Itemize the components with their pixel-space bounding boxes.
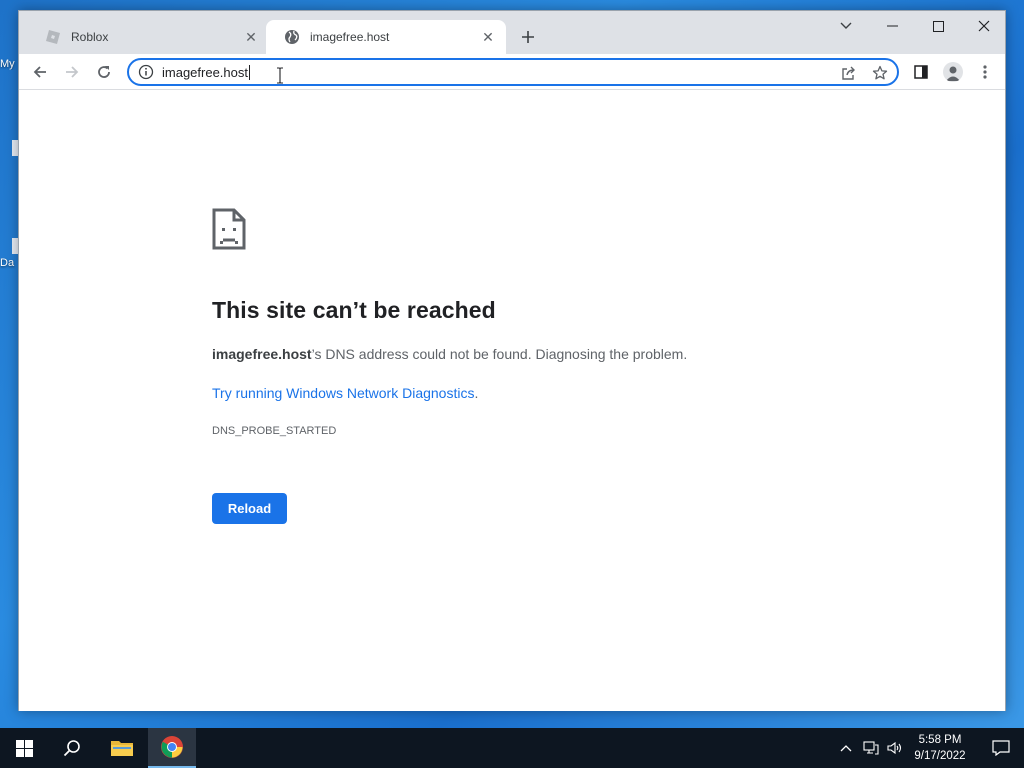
kebab-menu-icon — [983, 65, 987, 79]
tab-title: imagefree.host — [310, 30, 390, 44]
ibeam-cursor-icon — [277, 67, 283, 84]
network-diagnostics-link[interactable]: Try running Windows Network Diagnostics — [212, 385, 474, 401]
close-window-button[interactable] — [961, 11, 1007, 41]
plus-icon — [522, 31, 534, 43]
tab-search-button[interactable] — [823, 11, 869, 41]
action-center-button[interactable] — [978, 728, 1024, 768]
avatar-icon — [943, 62, 963, 82]
chevron-up-icon — [840, 745, 852, 752]
volume-button[interactable] — [884, 728, 906, 768]
tab-title: Roblox — [71, 30, 109, 44]
desktop-icon-label-1[interactable]: My — [0, 58, 18, 70]
sad-document-icon — [212, 208, 246, 250]
maximize-button[interactable] — [915, 11, 961, 41]
address-bar[interactable]: imagefree.host — [127, 58, 899, 86]
reload-button[interactable]: Reload — [212, 493, 287, 524]
folder-icon — [111, 741, 133, 756]
clock-time: 5:58 PM — [918, 734, 962, 746]
star-icon[interactable] — [872, 65, 888, 81]
address-text[interactable]: imagefree.host — [162, 65, 248, 80]
chevron-down-icon — [840, 22, 852, 29]
roblox-favicon-icon — [46, 30, 60, 44]
arrow-left-icon — [33, 66, 46, 78]
text-caret — [249, 64, 250, 80]
desktop-icon-label-2[interactable]: Da — [0, 257, 18, 269]
search-icon — [63, 740, 80, 757]
forward-button[interactable] — [58, 58, 86, 86]
new-tab-button[interactable] — [516, 25, 540, 49]
arrow-right-icon — [66, 66, 79, 78]
minimize-button[interactable] — [869, 11, 915, 41]
back-button[interactable] — [26, 58, 54, 86]
reload-icon — [98, 66, 110, 78]
tab-imagefree[interactable]: imagefree.host ✕ — [266, 20, 506, 54]
clock-date: 9/17/2022 — [914, 750, 966, 762]
error-description-text: ’s DNS address could not be found. Diagn… — [311, 346, 688, 362]
browser-toolbar: imagefree.host — [19, 54, 1005, 90]
speaker-icon — [887, 741, 902, 755]
file-explorer-button[interactable] — [98, 728, 146, 768]
network-icon — [863, 741, 879, 755]
close-tab-icon[interactable]: ✕ — [243, 29, 259, 45]
taskbar: 5:58 PM 9/17/2022 — [0, 728, 1024, 768]
menu-button[interactable] — [973, 60, 997, 84]
maximize-icon — [932, 20, 944, 32]
notification-icon — [992, 740, 1010, 756]
diagnostics-period: . — [474, 385, 479, 401]
windows-logo-icon — [15, 739, 33, 757]
show-hidden-icons-button[interactable] — [836, 728, 856, 768]
start-button[interactable] — [0, 728, 48, 768]
taskbar-clock[interactable]: 5:58 PM 9/17/2022 — [906, 732, 974, 764]
network-button[interactable] — [860, 728, 882, 768]
globe-icon — [285, 30, 299, 44]
minimize-icon — [886, 25, 898, 27]
info-icon[interactable] — [138, 64, 154, 80]
error-description: imagefree.host’s DNS address could not b… — [212, 346, 687, 362]
error-code: DNS_PROBE_STARTED — [212, 425, 337, 437]
browser-window: Roblox ✕ imagefree.host ✕ imagefree.host… — [18, 10, 1006, 711]
chrome-taskbar-button[interactable] — [148, 728, 196, 768]
tab-roblox[interactable]: Roblox ✕ — [27, 20, 269, 54]
close-icon — [978, 20, 990, 32]
reload-nav-button[interactable] — [90, 58, 118, 86]
share-icon[interactable] — [841, 65, 857, 81]
chrome-icon — [161, 736, 183, 758]
error-host: imagefree.host — [212, 346, 312, 362]
error-title: This site can’t be reached — [212, 297, 496, 323]
page-content: This site can’t be reached imagefree.hos… — [19, 91, 1005, 711]
close-tab-icon[interactable]: ✕ — [480, 29, 496, 45]
diagnostics-line: Try running Windows Network Diagnostics. — [212, 385, 478, 401]
side-panel-button[interactable] — [909, 60, 933, 84]
profile-button[interactable] — [941, 60, 965, 84]
side-panel-icon — [914, 65, 928, 79]
tab-strip: Roblox ✕ imagefree.host ✕ — [19, 11, 1005, 54]
taskbar-search-button[interactable] — [48, 728, 96, 768]
